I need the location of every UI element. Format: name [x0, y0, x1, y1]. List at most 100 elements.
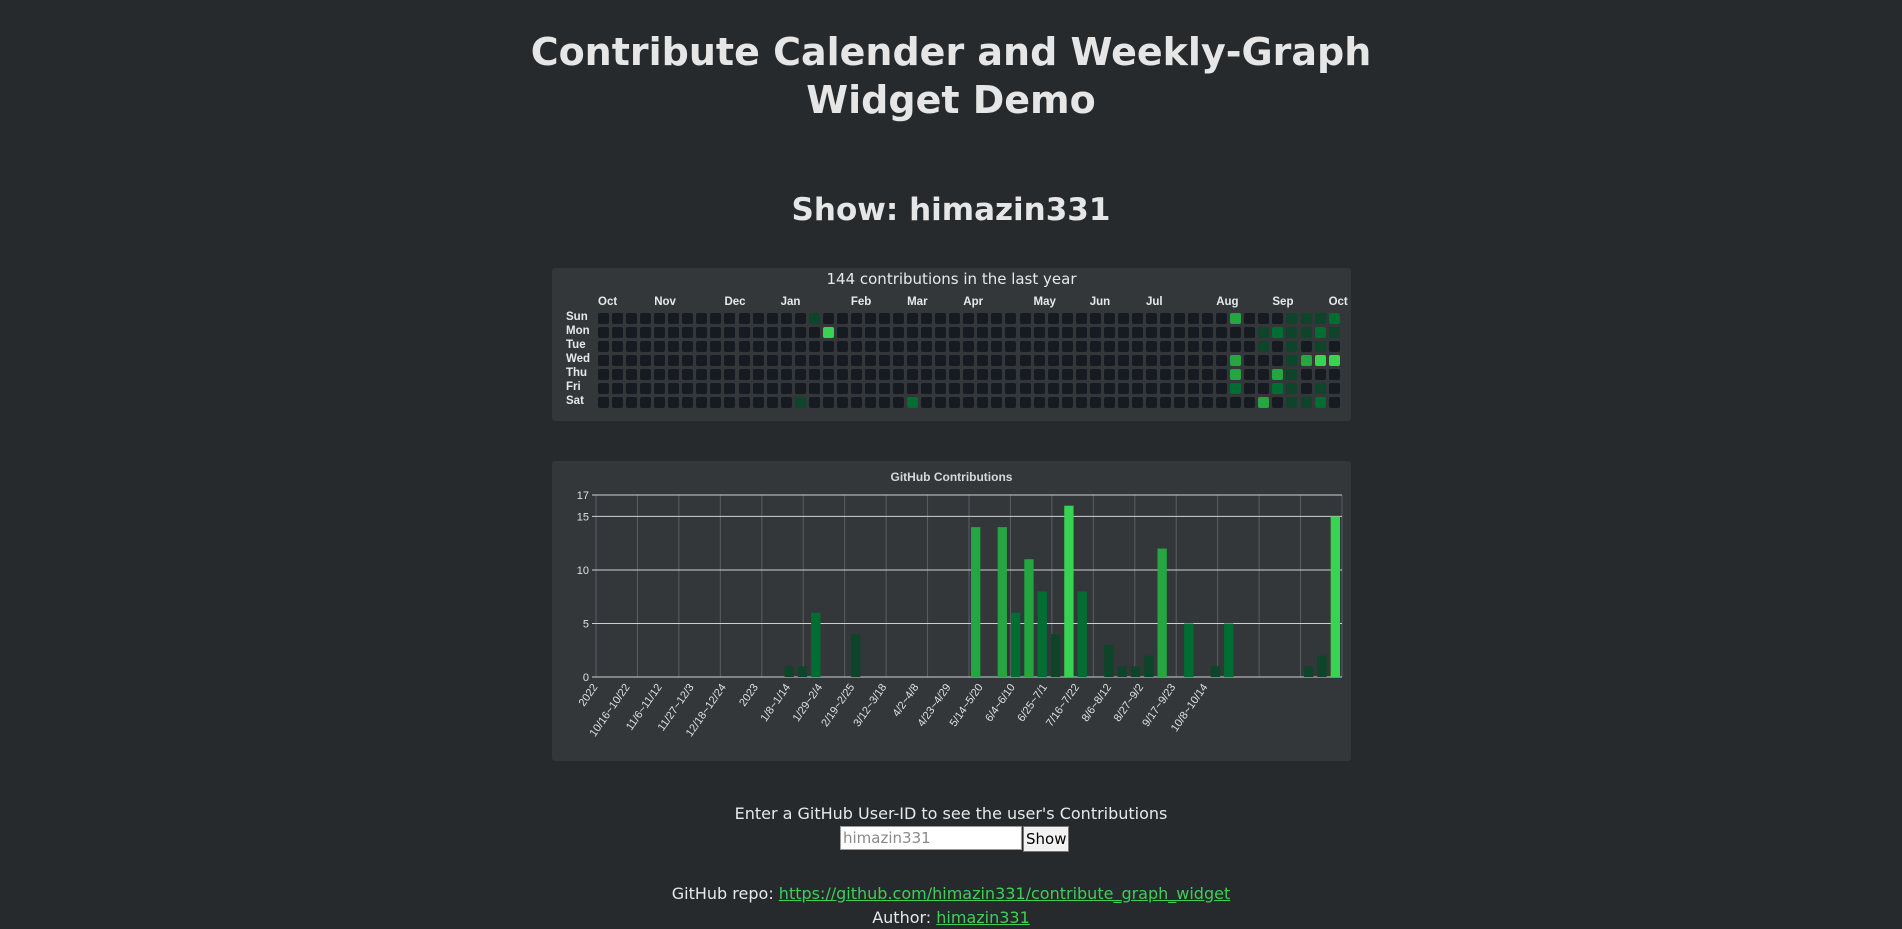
calendar-cell [766, 327, 778, 339]
chart-bar [784, 666, 794, 677]
calendar-cell [977, 397, 989, 409]
calendar-cell [1174, 383, 1186, 395]
calendar-cell [752, 369, 764, 381]
calendar-cell [991, 369, 1003, 381]
calendar-cell [1117, 397, 1129, 409]
calendar-cell [907, 341, 919, 353]
user-id-form: Show [840, 826, 1070, 852]
calendar-day-label: Sun [566, 311, 588, 323]
calendar-cell [1286, 383, 1298, 395]
calendar-cell [612, 313, 624, 324]
calendar-cell [1005, 341, 1017, 353]
repo-label: GitHub repo: [671, 884, 774, 903]
calendar-cell [977, 341, 989, 353]
calendar-cell [1089, 341, 1101, 353]
calendar-cell [879, 383, 890, 395]
calendar-cell [991, 313, 1003, 324]
calendar-cell [1244, 313, 1256, 324]
calendar-cell [640, 327, 652, 339]
calendar-cell [1286, 341, 1298, 353]
calendar-cell [836, 313, 848, 324]
chart-bar [797, 666, 808, 677]
calendar-day-label: Tue [566, 339, 586, 352]
calendar-cell [1117, 341, 1129, 353]
calendar-cell [991, 327, 1003, 339]
calendar-cell [977, 355, 989, 367]
calendar-cell [1075, 397, 1087, 409]
contribution-calendar: 144 contributions in the last year Oct No… [552, 268, 1351, 421]
calendar-cell [1061, 397, 1073, 409]
calendar-cell [668, 383, 680, 395]
calendar-cell [836, 383, 848, 395]
calendar-cell [963, 397, 975, 409]
calendar-cell [907, 369, 919, 381]
calendar-cell [1202, 341, 1214, 353]
chart-bar [1144, 655, 1154, 677]
calendar-cell [1174, 397, 1186, 409]
author-link[interactable]: himazin331 [936, 908, 1030, 927]
calendar-cell [1216, 327, 1228, 339]
calendar-cell [879, 397, 890, 409]
calendar-cell [1131, 355, 1143, 367]
calendar-cell [1244, 327, 1256, 339]
calendar-cell [1005, 327, 1017, 339]
calendar-cell [977, 369, 989, 381]
calendar-day-label: Mon [566, 325, 590, 338]
show-button[interactable]: Show [1023, 826, 1070, 852]
calendar-cell [794, 313, 806, 324]
calendar-cell [696, 313, 708, 324]
chart-bar [1104, 644, 1114, 677]
calendar-cell [626, 397, 638, 409]
calendar-cell [1160, 369, 1171, 381]
calendar-cell [1145, 369, 1157, 381]
chart-bar [1157, 548, 1167, 677]
calendar-cell [822, 327, 834, 339]
calendar-cell [808, 327, 820, 339]
user-id-input[interactable] [840, 826, 1022, 850]
calendar-cell [822, 397, 834, 409]
chart-x-tick-label: 2023 [737, 682, 761, 709]
calendar-cell [1258, 341, 1270, 353]
calendar-cell [808, 369, 820, 381]
repo-line: GitHub repo: https://github.com/himazin3… [0, 884, 1902, 903]
calendar-cell [921, 383, 933, 395]
calendar-cell [1117, 355, 1129, 367]
calendar-cell [626, 355, 638, 367]
calendar-cell [1244, 369, 1256, 381]
calendar-cell [1216, 369, 1228, 381]
calendar-cell [1188, 355, 1200, 367]
calendar-cell [1131, 383, 1143, 395]
chart-bar [811, 612, 821, 677]
calendar-cell [1300, 369, 1312, 381]
calendar-cell [654, 397, 666, 409]
calendar-cell [1286, 327, 1298, 339]
calendar-cell [1230, 313, 1242, 324]
calendar-cell [822, 341, 834, 353]
calendar-cell [1244, 341, 1256, 353]
calendar-cell [1047, 383, 1059, 395]
calendar-cell [1328, 397, 1340, 409]
calendar-cell [1314, 369, 1326, 381]
calendar-cell [935, 369, 947, 381]
calendar-cell [682, 369, 694, 381]
calendar-cell [668, 327, 680, 339]
calendar-cell [1314, 383, 1326, 395]
calendar-cell [682, 355, 694, 367]
calendar-cell [836, 341, 848, 353]
calendar-cell [752, 313, 764, 324]
calendar-cell [1244, 397, 1256, 409]
calendar-cell [752, 383, 764, 395]
calendar-cell [1216, 341, 1228, 353]
calendar-cell [794, 369, 806, 381]
calendar-cell [1314, 327, 1326, 339]
calendar-cell [1033, 383, 1045, 395]
calendar-cell [808, 397, 820, 409]
calendar-cell [1258, 313, 1270, 324]
calendar-cell [1230, 327, 1242, 339]
calendar-month-label: Jan [780, 296, 801, 308]
repo-link[interactable]: https://github.com/himazin331/contribute… [779, 884, 1230, 903]
calendar-cell [879, 369, 890, 381]
calendar-cell [864, 383, 876, 395]
chart-bar [1050, 634, 1061, 677]
calendar-cell [1202, 313, 1214, 324]
